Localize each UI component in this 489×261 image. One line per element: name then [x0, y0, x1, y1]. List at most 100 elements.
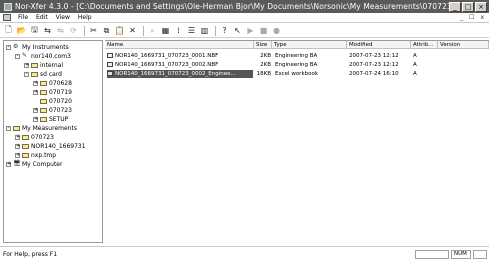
- tree-node[interactable]: + internal: [24, 61, 63, 69]
- column-header-modified[interactable]: Modified: [347, 41, 411, 49]
- tree-node[interactable]: - My Measurements: [6, 124, 77, 132]
- column-header-name[interactable]: Name: [105, 41, 254, 49]
- close-button[interactable]: ×: [475, 1, 487, 12]
- column-header-version[interactable]: Version: [438, 41, 489, 49]
- cut-icon[interactable]: ✂: [88, 25, 99, 36]
- tree-node[interactable]: - ⚙ My Instruments: [6, 43, 69, 51]
- tree-node[interactable]: +070723: [33, 106, 72, 114]
- tree-node[interactable]: +070628: [33, 79, 72, 87]
- collapse-icon[interactable]: -: [6, 125, 11, 131]
- refresh-icon[interactable]: ⟳: [68, 25, 79, 36]
- tree-node[interactable]: 070720: [33, 97, 72, 105]
- tree-node[interactable]: + SETUP: [33, 115, 68, 123]
- column-header-attrib[interactable]: Attrib...: [411, 41, 438, 49]
- tree-node[interactable]: + NOR140_1669731: [15, 142, 86, 150]
- play-icon[interactable]: ▶: [245, 25, 256, 36]
- file-row[interactable]: NOR140_1669731_070723_0002.NBF 2KB Enginee…: [105, 61, 489, 69]
- menu-help[interactable]: Help: [74, 14, 96, 21]
- find-icon[interactable]: ⌕: [147, 25, 158, 36]
- menu-file[interactable]: File: [14, 14, 32, 21]
- expand-icon[interactable]: +: [15, 152, 20, 158]
- tree-node[interactable]: +070723: [15, 133, 54, 141]
- cell-version: [440, 61, 489, 69]
- status-panel: [473, 250, 487, 259]
- cell-version: [440, 70, 489, 78]
- expand-icon[interactable]: +: [33, 80, 38, 86]
- tree-node[interactable]: +070719: [33, 88, 72, 96]
- tree-node-label: 070719: [49, 88, 72, 96]
- list-icon[interactable]: ☰: [186, 25, 197, 36]
- folder-icon: [22, 134, 29, 140]
- column-header-type[interactable]: Type: [272, 41, 347, 49]
- help-icon[interactable]: ?: [219, 25, 230, 36]
- whats-this-icon[interactable]: ↖: [232, 25, 243, 36]
- excel-file-icon: [107, 71, 113, 76]
- new-icon[interactable]: 🗋: [3, 25, 14, 36]
- collapse-icon[interactable]: -: [6, 44, 11, 50]
- cell-size: 2KB: [260, 53, 271, 59]
- connect-icon[interactable]: ⇆: [42, 25, 53, 36]
- save-icon[interactable]: 🖫: [29, 25, 40, 36]
- stop-icon[interactable]: ■: [258, 25, 269, 36]
- app-icon: [4, 2, 12, 11]
- column-header-size[interactable]: Size: [254, 41, 272, 49]
- num-lock-indicator: NUM: [451, 250, 471, 259]
- collapse-icon[interactable]: -: [15, 53, 20, 59]
- toolbar-separator: [215, 25, 216, 36]
- maximize-button[interactable]: □: [462, 1, 474, 12]
- file-name: NOR140_1669731_070723_0001.NBF: [115, 53, 219, 59]
- instrument-icon: ✎: [22, 52, 28, 59]
- file-list[interactable]: Name Size Type Modified Attrib... Versio…: [105, 40, 489, 243]
- expand-icon[interactable]: +: [24, 62, 29, 68]
- expand-icon[interactable]: +: [33, 116, 38, 122]
- toolbar-separator: [143, 25, 144, 36]
- file-name: NOR140_1669731_070723_0002_Enginee...: [115, 71, 236, 77]
- cell-name: NOR140_1669731_070723_0002_Enginee...: [107, 70, 253, 78]
- cell-attrib: A: [413, 62, 417, 68]
- computer-icon: 🖥: [13, 160, 21, 167]
- file-row[interactable]: NOR140_1669731_070723_0001.NBF 2KB Enginee…: [105, 52, 489, 60]
- menu-edit[interactable]: Edit: [32, 14, 52, 21]
- cell-size: 2KB: [260, 62, 271, 68]
- tree-node[interactable]: - ✎ nor140.com3: [15, 52, 71, 60]
- folder-tree[interactable]: - ⚙ My Instruments - ✎ nor140.com3 + internal - s…: [3, 40, 103, 243]
- small-icons-icon[interactable]: ⁞: [173, 25, 184, 36]
- open-icon[interactable]: 📂: [16, 25, 27, 36]
- expand-icon[interactable]: +: [6, 161, 11, 167]
- title-bar: Nor-Xfer 4.3.0 - [C:\Documents and Setti…: [0, 0, 489, 13]
- folder-icon: [40, 107, 47, 113]
- file-row[interactable]: NOR140_1669731_070723_0002_Enginee... 18K…: [105, 70, 489, 78]
- mdi-controls[interactable]: _ ☐ x: [460, 14, 486, 21]
- tree-node[interactable]: - sd card: [24, 70, 62, 78]
- window-title: Nor-Xfer 4.3.0 - [C:\Documents and Setti…: [15, 2, 449, 11]
- details-icon[interactable]: ▥: [199, 25, 210, 36]
- cell-name: NOR140_1669731_070723_0001.NBF: [107, 52, 253, 60]
- expand-icon[interactable]: +: [15, 134, 20, 140]
- minimize-button[interactable]: _: [449, 1, 461, 12]
- cell-modified: 2007-07-24 16:10: [349, 71, 399, 77]
- paste-icon[interactable]: 📋: [114, 25, 125, 36]
- expand-icon[interactable]: +: [33, 89, 38, 95]
- folder-icon: [31, 71, 38, 77]
- cell-version: [440, 52, 489, 60]
- expand-icon[interactable]: +: [15, 143, 20, 149]
- record-icon[interactable]: ●: [271, 25, 282, 36]
- tree-node-label: nor140.com3: [31, 52, 71, 60]
- copy-icon[interactable]: ⧉: [101, 25, 112, 36]
- tree-node-label: internal: [40, 61, 64, 69]
- cell-modified: 2007-07-23 12:12: [349, 62, 399, 68]
- expand-icon[interactable]: +: [33, 107, 38, 113]
- collapse-icon[interactable]: -: [24, 71, 29, 77]
- file-name: NOR140_1669731_070723_0002.NBF: [115, 62, 219, 68]
- tree-node[interactable]: + nxp.tmp: [15, 151, 56, 159]
- folder-icon: [40, 80, 47, 86]
- cell-type: Engineering BA: [275, 53, 318, 59]
- menu-view[interactable]: View: [52, 14, 74, 21]
- large-icons-icon[interactable]: ▦: [160, 25, 171, 36]
- delete-icon[interactable]: ✕: [127, 25, 138, 36]
- document-menu-icon[interactable]: [3, 14, 11, 21]
- disconnect-icon[interactable]: ⇋: [55, 25, 66, 36]
- folder-icon: [22, 143, 29, 149]
- status-panel: [415, 250, 449, 259]
- tree-node[interactable]: + 🖥 My Computer: [6, 160, 62, 168]
